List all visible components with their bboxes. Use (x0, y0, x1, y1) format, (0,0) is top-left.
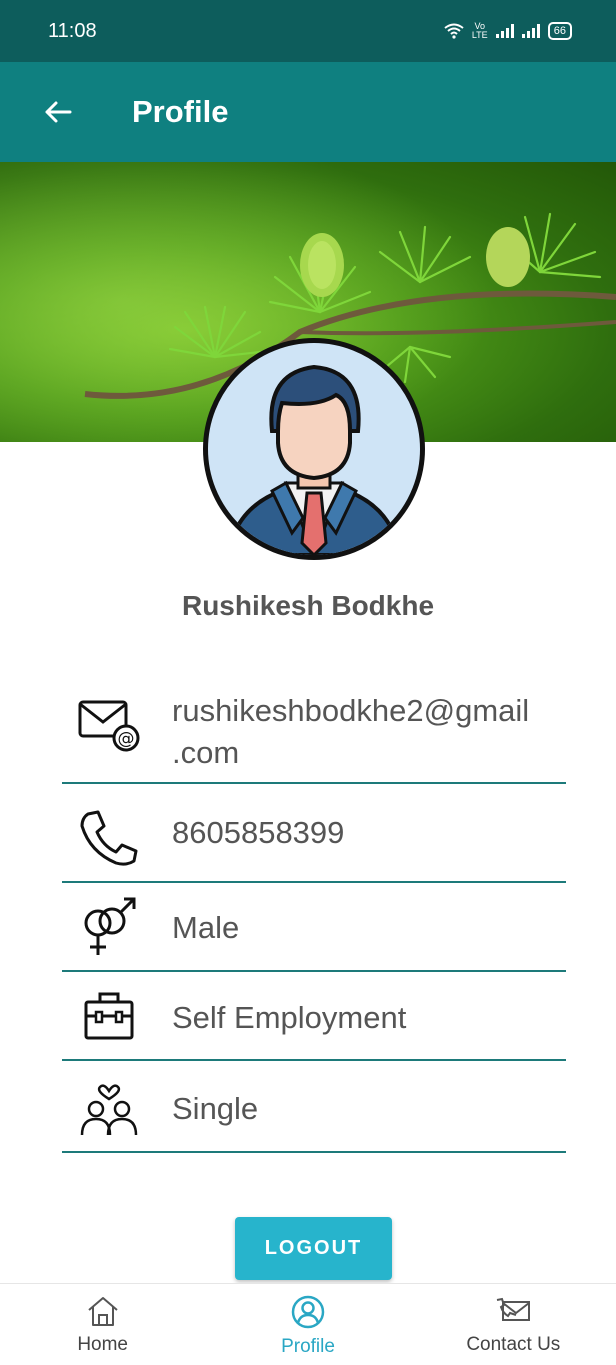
wifi-icon (444, 23, 464, 39)
back-button[interactable] (28, 82, 88, 142)
email-value: rushikeshbodkhe2@gmail .com (172, 690, 529, 774)
email-icon: @ (78, 700, 140, 752)
nav-item-profile[interactable]: Profile (205, 1284, 410, 1365)
status-time: 11:08 (48, 19, 97, 42)
email-line-1: rushikeshbodkhe2@gmail (172, 693, 530, 728)
status-bar: 11:08 Vo LTE 66 (0, 0, 616, 62)
gender-value: Male (172, 910, 240, 945)
volte-indicator: Vo LTE (471, 21, 488, 40)
gender-row: Male (62, 883, 566, 972)
contact-icon (497, 1297, 531, 1321)
nav-item-contact-us[interactable]: Contact Us (411, 1284, 616, 1365)
nav-item-home[interactable]: Home (0, 1284, 205, 1365)
phone-value: 8605858399 (172, 815, 345, 850)
occupation-row: Self Employment (62, 972, 566, 1061)
briefcase-icon (84, 992, 134, 1040)
marital-status-value: Single (172, 1091, 259, 1126)
nav-label-contact-us: Contact Us (466, 1334, 561, 1355)
signal-1-icon (495, 24, 514, 38)
email-row: @ rushikeshbodkhe2@gmail .com (62, 672, 566, 784)
signal-2-icon (521, 24, 540, 38)
marital-status-row: Single (62, 1061, 566, 1153)
occupation-value: Self Employment (172, 1000, 407, 1035)
profile-icon (291, 1295, 325, 1329)
app-bar: Profile (0, 62, 616, 162)
svg-text:@: @ (118, 729, 135, 749)
nav-label-home: Home (77, 1334, 128, 1355)
nav-label-profile: Profile (281, 1336, 335, 1357)
arrow-left-icon (45, 101, 72, 123)
status-icons: Vo LTE 66 (444, 22, 572, 40)
couple-icon (80, 1084, 138, 1136)
phone-icon (80, 810, 138, 866)
bottom-nav: Home Profile Contact Us (0, 1283, 616, 1365)
email-line-2: .com (172, 735, 240, 770)
gender-icon (84, 897, 136, 955)
battery-icon: 66 (547, 22, 572, 40)
logout-button[interactable]: LOGOUT (235, 1217, 392, 1280)
page-title: Profile (132, 94, 229, 129)
phone-row: 8605858399 (62, 784, 566, 883)
user-name: Rushikesh Bodkhe (181, 590, 435, 621)
home-icon (88, 1297, 118, 1326)
user-avatar-illustration (225, 364, 403, 555)
avatar (203, 338, 425, 560)
